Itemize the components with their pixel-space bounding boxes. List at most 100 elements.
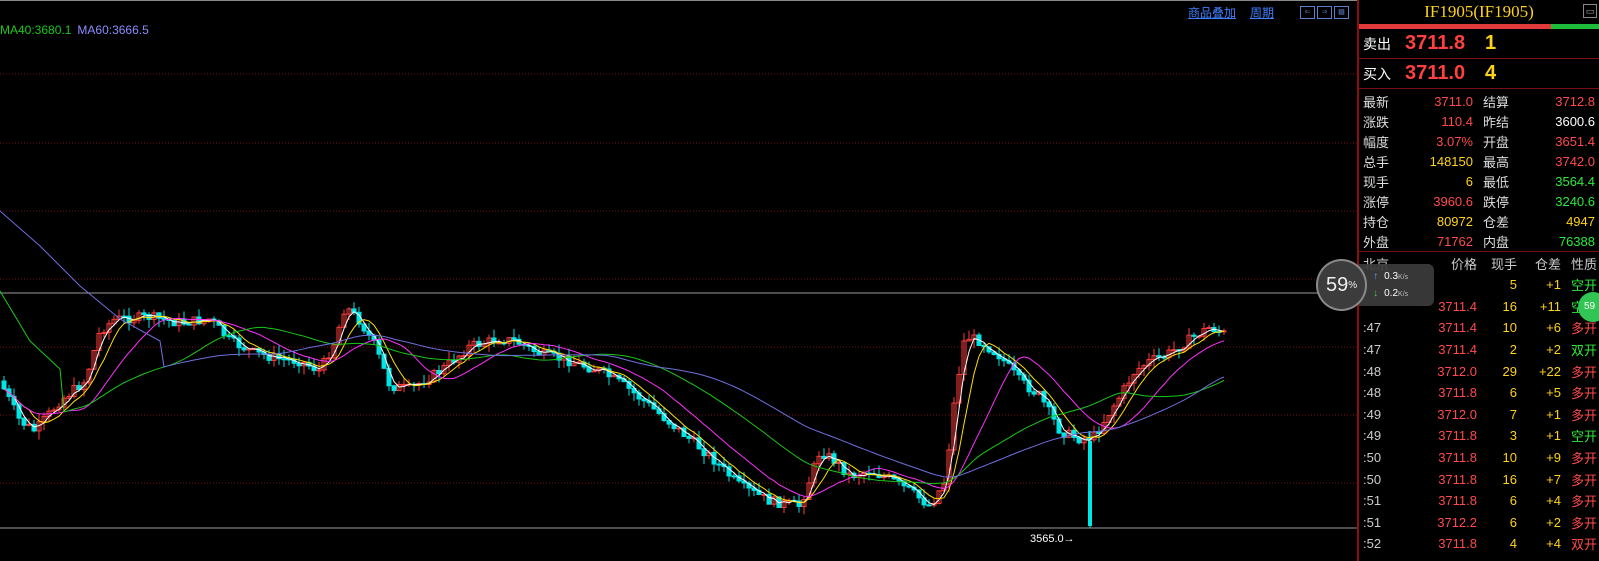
trade-oi-change: +4	[1546, 536, 1561, 552]
trade-row[interactable]: :51 3712.2 6 +2 多开	[1359, 512, 1599, 534]
stat-row: 幅度 3.07% 开盘 3651.4	[1359, 131, 1599, 151]
stat-label: 结算	[1483, 95, 1510, 111]
trade-time: :50	[1363, 450, 1382, 466]
stat-row: 总手 148150 最高 3742.0	[1359, 151, 1599, 171]
trade-volume: 2	[1509, 342, 1517, 358]
kline-chart-pane[interactable]: 3565.0→ MA40:3680.1 MA60:3666.5 商品叠加 周期 ⇐…	[0, 0, 1357, 561]
trade-volume: 6	[1509, 493, 1517, 509]
candle-body	[1056, 418, 1062, 434]
stat-label: 涨跌	[1363, 115, 1390, 131]
candle-body	[391, 385, 397, 392]
trade-row[interactable]: :48 3712.0 29 +22 多开	[1359, 360, 1599, 382]
trade-price: 3712.2	[1437, 514, 1477, 530]
network-speed-widget[interactable]: 59% ↑ 0.3K/s ↓ 0.2K/s	[1316, 259, 1434, 311]
candle-body	[836, 461, 842, 464]
maximize-icon[interactable]: ▤	[1334, 6, 1349, 19]
candle-body	[536, 351, 542, 356]
trade-oi-change: +7	[1546, 471, 1561, 487]
candle-body	[1191, 334, 1197, 337]
stat-value: 71762	[1436, 233, 1473, 249]
sell-qty: 1	[1485, 32, 1497, 54]
trade-type: 多开	[1570, 365, 1597, 381]
trade-oi-change: +6	[1546, 320, 1561, 336]
overlay-link[interactable]: 商品叠加	[1188, 4, 1236, 21]
next-icon[interactable]: ⇒	[1317, 6, 1332, 19]
download-speed: 0.2	[1384, 288, 1399, 299]
period-link[interactable]: 周期	[1250, 4, 1274, 21]
buy-price: 3711.0	[1405, 62, 1466, 84]
upload-arrow-icon: ↑	[1373, 271, 1379, 282]
stat-value: 3564.4	[1555, 173, 1595, 189]
stat-row: 现手 6 最低 3564.4	[1359, 171, 1599, 191]
ma-line-magenta	[3, 317, 1225, 497]
trade-price: 3711.4	[1438, 320, 1477, 336]
candle-body	[381, 353, 387, 369]
trade-oi-change: +4	[1546, 493, 1561, 509]
trade-row[interactable]: :51 3711.8 6 +4 多开	[1359, 490, 1599, 512]
stat-row: 持仓 80972 仓差 4947	[1359, 211, 1599, 231]
prev-icon[interactable]: ⇐	[1300, 6, 1315, 19]
candle-body	[731, 475, 737, 478]
trade-row[interactable]: :47 3711.4 2 +2 双开	[1359, 339, 1599, 361]
stat-label: 外盘	[1363, 235, 1390, 251]
bid-ask-ratio-bar	[1359, 24, 1599, 29]
trade-time: :50	[1363, 471, 1382, 487]
trade-row[interactable]: :50 3711.8 16 +7 多开	[1359, 468, 1599, 490]
ma60-legend: MA60:3666.5	[77, 23, 149, 37]
trade-time: :48	[1363, 385, 1382, 401]
chart-toolbar: 商品叠加 周期 ⇐ ⇒ ▤	[1188, 4, 1349, 21]
trade-row[interactable]: :49 3711.8 3 +1 空开	[1359, 425, 1599, 447]
trade-time: :51	[1363, 493, 1382, 509]
ma40-legend: MA40:3680.1	[0, 23, 72, 37]
stat-value: 4947	[1566, 213, 1595, 229]
stat-value: 3240.6	[1555, 193, 1595, 209]
trade-price: 3711.8	[1438, 493, 1477, 509]
trade-row[interactable]: :47 3711.4 10 +6 多开	[1359, 317, 1599, 339]
contract-title-text: IF1905(IF1905)	[1424, 2, 1534, 21]
upload-speed: 0.3	[1384, 271, 1399, 282]
trade-oi-change: +2	[1546, 514, 1561, 530]
trade-time: :47	[1363, 320, 1382, 336]
sell-label: 卖出	[1363, 36, 1391, 53]
trade-type: 多开	[1570, 516, 1597, 532]
trade-volume: 5	[1509, 277, 1517, 293]
stat-row: 涨跌 110.4 昨结 3600.6	[1359, 111, 1599, 131]
stat-label: 持仓	[1363, 215, 1390, 231]
trade-volume: 4	[1509, 536, 1517, 552]
stat-label: 开盘	[1483, 135, 1510, 151]
stat-row: 外盘 71762 内盘 76388	[1359, 231, 1599, 251]
candle-body	[1, 380, 7, 390]
contract-title: IF1905(IF1905) ▭	[1359, 0, 1599, 24]
ma-line-white	[3, 311, 1225, 506]
stat-value: 3.07%	[1436, 133, 1473, 149]
trade-column-header: 性质	[1570, 257, 1597, 273]
trade-oi-change: +11	[1539, 298, 1561, 314]
stat-label: 现手	[1363, 175, 1390, 191]
trade-volume: 10	[1502, 320, 1517, 336]
sell-price: 3711.8	[1405, 32, 1466, 54]
trade-row[interactable]: :52 3711.8 4 +4 双开	[1359, 533, 1599, 555]
stat-value: 3742.0	[1555, 153, 1595, 169]
upload-unit: K/s	[1398, 274, 1409, 281]
sell-row: 卖出 3711.8 1	[1359, 29, 1599, 59]
trade-volume: 10	[1502, 450, 1517, 466]
stat-label: 最高	[1483, 155, 1510, 171]
stat-label: 最低	[1483, 175, 1510, 191]
kline-chart[interactable]: 3565.0→	[0, 1, 1357, 561]
candle-body	[1031, 391, 1037, 395]
candle-body	[1171, 349, 1177, 352]
stat-label: 最新	[1363, 95, 1390, 111]
trade-row[interactable]: :50 3711.8 10 +9 多开	[1359, 447, 1599, 469]
trade-list[interactable]: 5+1空开3711.416+11空开:473711.410+6多开:473711…	[1359, 274, 1599, 555]
candle-body	[701, 448, 707, 457]
trade-row[interactable]: :48 3711.8 6 +5 多开	[1359, 382, 1599, 404]
trade-price: 3712.0	[1437, 406, 1477, 422]
restore-icon[interactable]: ▭	[1583, 4, 1597, 18]
trade-volume: 29	[1502, 363, 1517, 379]
stat-value: 3651.4	[1555, 133, 1595, 149]
trade-volume: 16	[1502, 298, 1517, 314]
stat-label: 内盘	[1483, 235, 1510, 251]
trade-column-header: 现手	[1490, 257, 1517, 273]
trade-row[interactable]: :49 3712.0 7 +1 多开	[1359, 404, 1599, 426]
trade-price: 3711.8	[1438, 385, 1477, 401]
